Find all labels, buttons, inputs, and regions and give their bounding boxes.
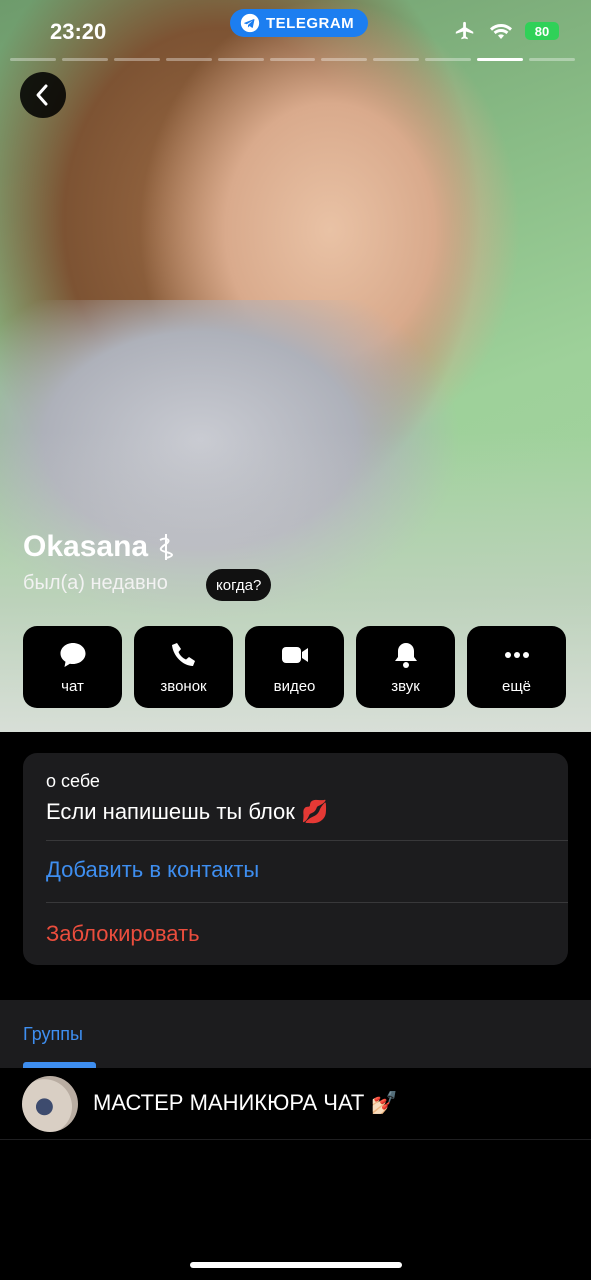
tabs-bar: Группы [0,1000,591,1068]
divider [0,1139,591,1140]
about-text: Если напишешь ты блок 💋 [46,799,329,824]
photo-progress [10,58,575,61]
airplane-icon [455,21,474,40]
telegram-icon [240,13,260,33]
medical-staff-icon [159,534,174,560]
block-user-button[interactable]: Заблокировать [46,921,200,947]
telegram-pill[interactable]: TELEGRAM [230,9,369,37]
more-dots-icon [504,651,529,658]
last-seen-status: был(а) недавно [23,572,168,594]
chat-button[interactable]: чат [23,626,122,708]
video-camera-icon [281,646,308,663]
info-card: о себе Если напишешь ты блок 💋 Добавить … [23,753,568,965]
video-label: видео [273,677,316,695]
action-buttons: чат звонок видео звук ещё [23,626,566,708]
sound-button[interactable]: звук [356,626,455,708]
about-label: о себе [46,771,100,791]
chat-bubble-icon [60,642,85,667]
when-button[interactable]: когда? [206,569,272,601]
add-to-contacts-button[interactable]: Добавить в контакты [46,857,259,883]
divider [46,902,568,903]
profile-name-row: Okasana [23,530,176,564]
sound-label: звук [391,677,420,695]
group-title: МАСТЕР МАНИКЮРА ЧАТ 💅🏻 [93,1090,398,1115]
group-avatar [22,1076,78,1132]
status-icons: 80 [453,20,559,42]
call-label: звонок [160,677,207,695]
more-label: ещё [501,677,532,695]
call-button[interactable]: звонок [134,626,233,708]
divider [46,840,568,841]
home-indicator[interactable] [190,1262,402,1268]
battery-indicator: 80 [525,22,559,40]
battery-level: 80 [534,23,550,39]
status-time: 23:20 [50,19,107,44]
profile-name: Okasana [23,530,149,563]
chevron-left-icon [36,84,48,106]
wifi-icon [490,24,512,39]
more-button[interactable]: ещё [467,626,566,708]
group-list-item[interactable]: МАСТЕР МАНИКЮРА ЧАТ 💅🏻 [0,1068,591,1140]
back-button[interactable] [20,72,66,118]
profile-photo[interactable] [0,0,591,732]
bell-icon [394,642,417,668]
video-button[interactable]: видео [245,626,344,708]
telegram-label: TELEGRAM [266,14,355,32]
chat-label: чат [61,677,84,695]
tab-groups[interactable]: Группы [23,1024,83,1045]
phone-icon [171,642,195,666]
status-bar: 23:20 TELEGRAM 80 [0,0,591,64]
